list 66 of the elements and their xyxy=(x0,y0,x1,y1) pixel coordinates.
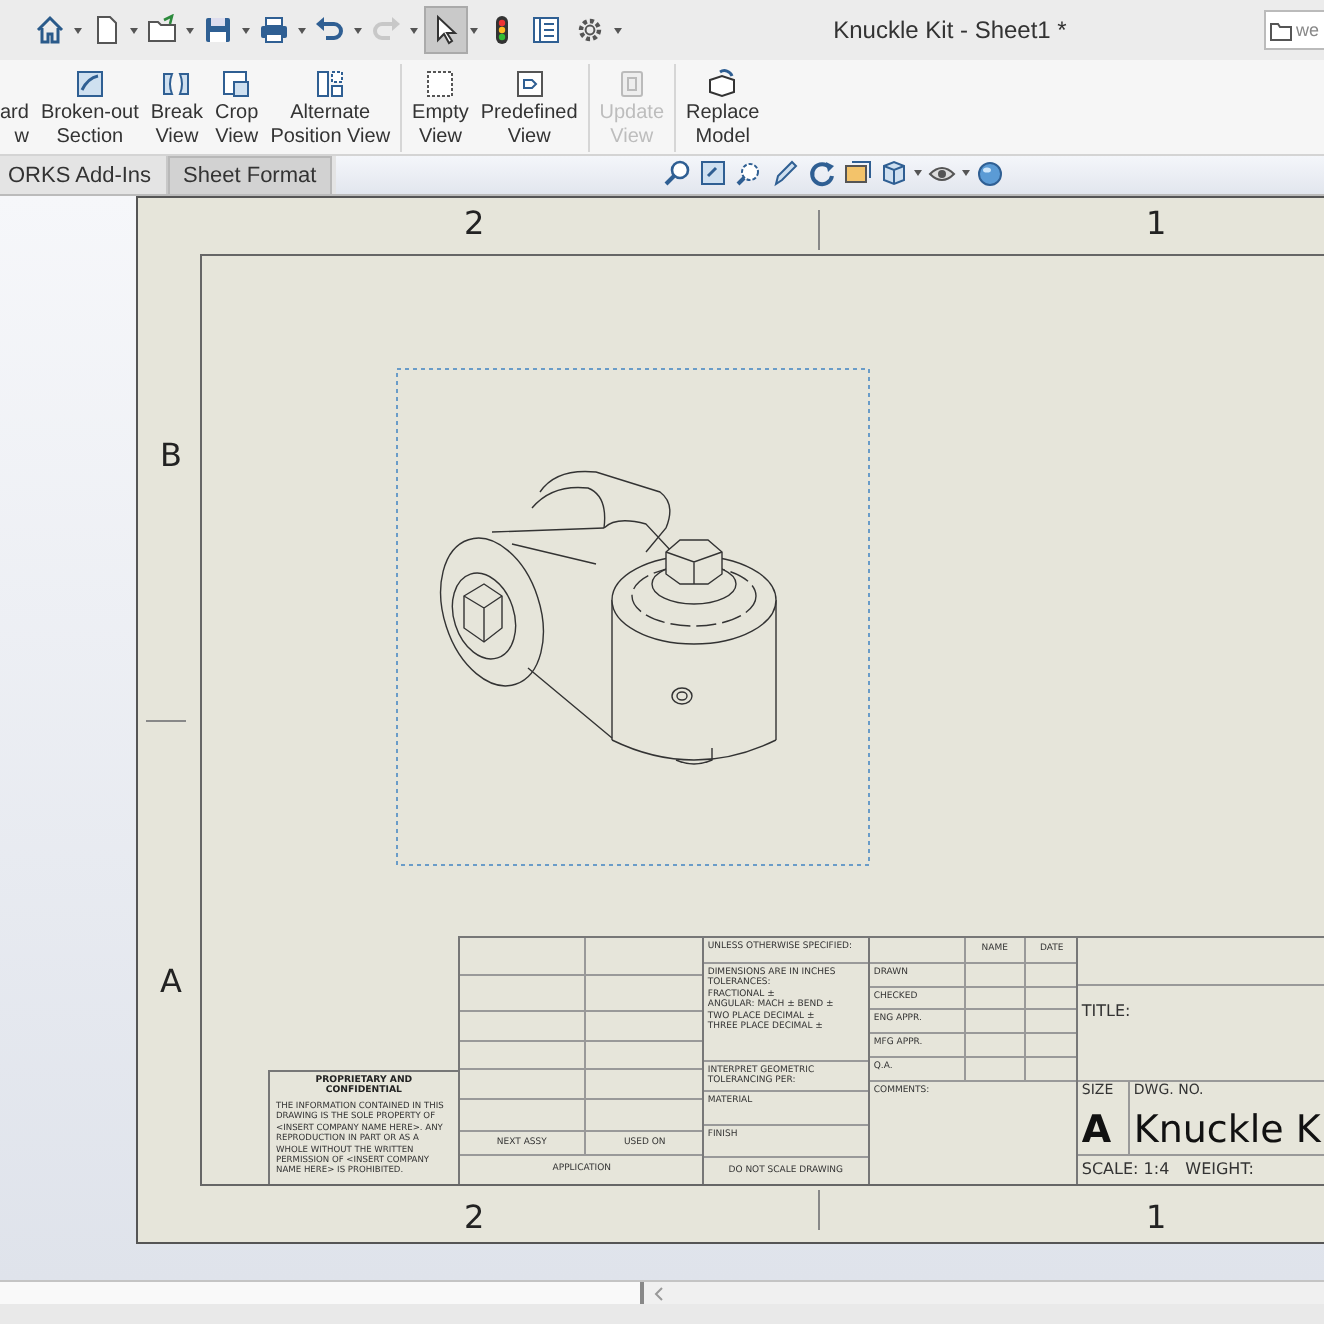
crop-view-icon xyxy=(220,68,253,100)
search-placeholder: we xyxy=(1296,20,1320,40)
ribbon-button[interactable]: Alternate Position View xyxy=(266,60,395,150)
knuckle-part-drawing[interactable] xyxy=(440,470,777,765)
caret-icon[interactable] xyxy=(128,23,140,37)
zone-label: A xyxy=(160,962,182,1000)
caret-icon[interactable] xyxy=(296,23,308,37)
section-view-icon xyxy=(73,68,106,100)
caret-icon[interactable] xyxy=(352,23,364,37)
alternate-position-icon xyxy=(314,68,347,100)
search-field[interactable]: we xyxy=(1264,10,1324,50)
section-icon[interactable] xyxy=(842,158,872,188)
table-cell xyxy=(1023,987,1078,1011)
table-cell xyxy=(1023,1034,1078,1059)
caret-icon[interactable] xyxy=(912,166,924,180)
printer-icon[interactable] xyxy=(258,14,290,46)
break-view-icon xyxy=(160,68,193,100)
ribbon-button[interactable]: Break View xyxy=(146,60,207,150)
ribbon-button[interactable]: Empty View xyxy=(408,60,473,150)
empty-view-icon xyxy=(424,68,457,100)
save-icon[interactable] xyxy=(202,14,234,46)
ribbon-button[interactable]: ard w xyxy=(0,60,33,150)
zone-label: 1 xyxy=(1146,204,1167,242)
gear-icon[interactable] xyxy=(574,14,606,46)
zone-label: 2 xyxy=(464,204,485,242)
zone-label: B xyxy=(160,436,182,474)
caret-icon[interactable] xyxy=(612,23,624,37)
home-icon[interactable] xyxy=(34,14,66,46)
replace-model-icon xyxy=(706,68,739,100)
undo-icon[interactable] xyxy=(314,14,346,46)
select-button[interactable] xyxy=(424,6,468,54)
predefined-view-icon xyxy=(513,68,546,100)
zone-label: 2 xyxy=(464,1198,485,1236)
cube-icon[interactable] xyxy=(878,158,908,188)
table-cell xyxy=(583,1041,704,1071)
ribbon-button[interactable]: Predefined View xyxy=(476,60,582,150)
zoom-fit-icon[interactable] xyxy=(662,158,692,188)
scale-label: SCALE: 1:4 xyxy=(1081,1164,1170,1176)
field-label: TITLE: xyxy=(1081,1002,1131,1020)
table-cell xyxy=(583,975,704,1012)
caret-icon[interactable] xyxy=(408,23,420,37)
caret-icon[interactable] xyxy=(184,23,196,37)
folder-icon[interactable] xyxy=(1270,19,1292,41)
table-cell xyxy=(1023,1010,1078,1035)
ribbon-button[interactable]: Crop View xyxy=(211,60,263,150)
rotate-icon[interactable] xyxy=(806,158,836,188)
sheet-size: A xyxy=(1081,1112,1112,1151)
table-cell xyxy=(583,1070,704,1101)
update-view-icon xyxy=(615,68,648,100)
caret-icon[interactable] xyxy=(960,166,972,180)
ribbon-button[interactable]: Replace Model xyxy=(682,60,764,150)
horizontal-scrollbar[interactable] xyxy=(644,1282,1324,1304)
folder-icon[interactable] xyxy=(146,14,178,46)
window-title: Knuckle Kit - Sheet1 * xyxy=(831,16,1069,44)
weight-label: WEIGHT: xyxy=(1185,1164,1254,1176)
zoom-area-icon[interactable] xyxy=(734,158,764,188)
drawing-number: Knuckle K xyxy=(1133,1112,1321,1151)
list-icon[interactable] xyxy=(530,14,562,46)
table-cell xyxy=(583,1011,704,1042)
command-tab[interactable]: Sheet Format xyxy=(167,156,333,194)
ribbon-button[interactable]: Broken-out Section xyxy=(36,60,143,150)
zoom-box-icon[interactable] xyxy=(698,158,728,188)
zone-label: 1 xyxy=(1146,1198,1167,1236)
table-cell xyxy=(583,938,704,976)
caret-icon[interactable] xyxy=(72,23,84,37)
caret-icon[interactable] xyxy=(240,23,252,37)
